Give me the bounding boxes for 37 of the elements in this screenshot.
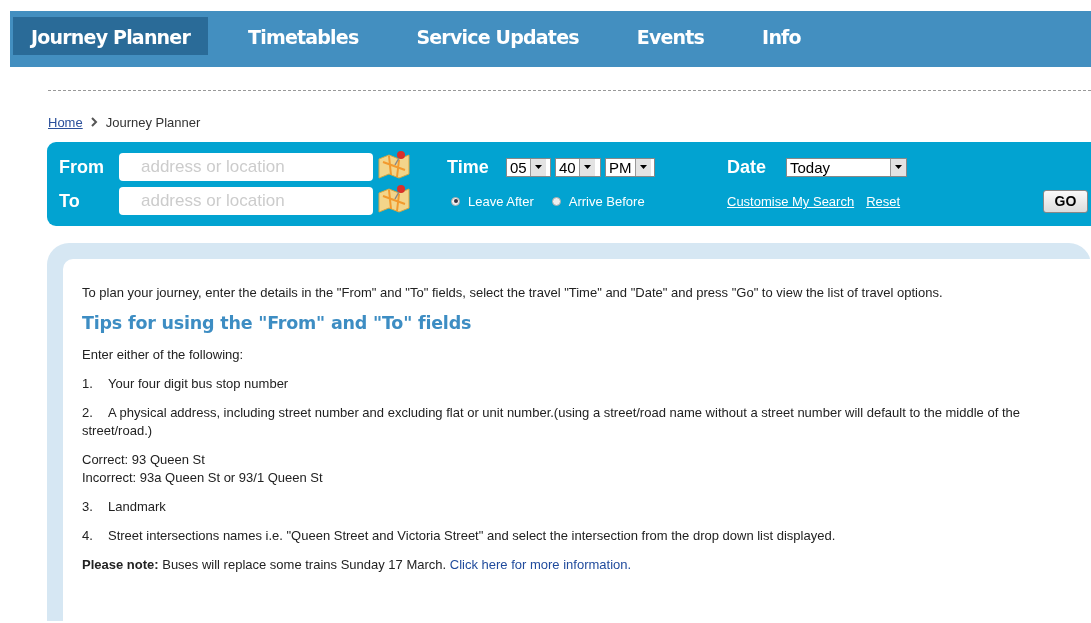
dropdown-caret-icon: [895, 165, 902, 170]
date-dropdown[interactable]: Today: [786, 157, 907, 177]
date-label: Date: [727, 156, 767, 178]
tips-heading: Tips for using the "From" and "To" fields: [82, 313, 473, 333]
nav-tab[interactable]: Info: [744, 17, 819, 55]
list-item: 4. Street intersections names i.e. "Queen Street and Victoria Street" and select the intersection from the drop down list displayed.: [82, 527, 837, 545]
breadcrumb-current: Journey Planner: [105, 114, 201, 130]
hour-dropdown[interactable]: 05: [506, 157, 551, 177]
example-text: Correct: 93 Queen St Incorrect: 93a Queen St or 93/1 Queen St: [82, 451, 324, 487]
dropdown-caret-icon: [639, 165, 647, 170]
nav-tab[interactable]: Events: [618, 17, 723, 55]
search-link[interactable]: Customise My Search: [727, 194, 855, 209]
lead-text: Enter either of the following:: [82, 346, 245, 364]
intro-text: To plan your journey, enter the details in the "From" and "To" fields, select the travel "Time" and "Date" and press "Go" to view the list of travel options.: [82, 284, 944, 302]
nav-tab[interactable]: Service Updates: [398, 17, 597, 55]
radio-option[interactable]: Leave After: [451, 193, 534, 209]
list-item: 3. Landmark: [82, 498, 167, 516]
chevron-icon: [90, 117, 98, 127]
map-pin-icon[interactable]: [377, 184, 411, 214]
more-info-link[interactable]: Click here for more information.: [449, 557, 632, 572]
note-text: Please note: Buses will replace some trains Sunday 17 March. Click here for more information.: [82, 556, 633, 574]
search-link[interactable]: Reset: [866, 194, 901, 209]
time-label: Time: [447, 156, 490, 178]
map-pin-icon[interactable]: [377, 150, 411, 180]
from-label: From: [59, 156, 105, 178]
list-item: 2. A physical address, including street number and excluding flat or unit number.(using a street/road name without a street number will default to the middle of the street/road.): [82, 404, 1021, 440]
dropdown-caret-icon: [583, 165, 591, 170]
list-item: 1. Your four digit bus stop number: [82, 375, 290, 393]
nav-tab[interactable]: Timetables: [230, 17, 377, 55]
period-dropdown[interactable]: PM: [605, 157, 655, 177]
minute-dropdown[interactable]: 40: [555, 157, 601, 177]
radio-option[interactable]: Arrive Before: [551, 193, 645, 209]
breadcrumb-link[interactable]: Home: [48, 114, 83, 130]
to-label: To: [59, 190, 81, 212]
dropdown-caret-icon: [534, 165, 542, 170]
nav-tab[interactable]: Journey Planner: [13, 17, 208, 55]
go-button[interactable]: GO: [1043, 189, 1088, 213]
